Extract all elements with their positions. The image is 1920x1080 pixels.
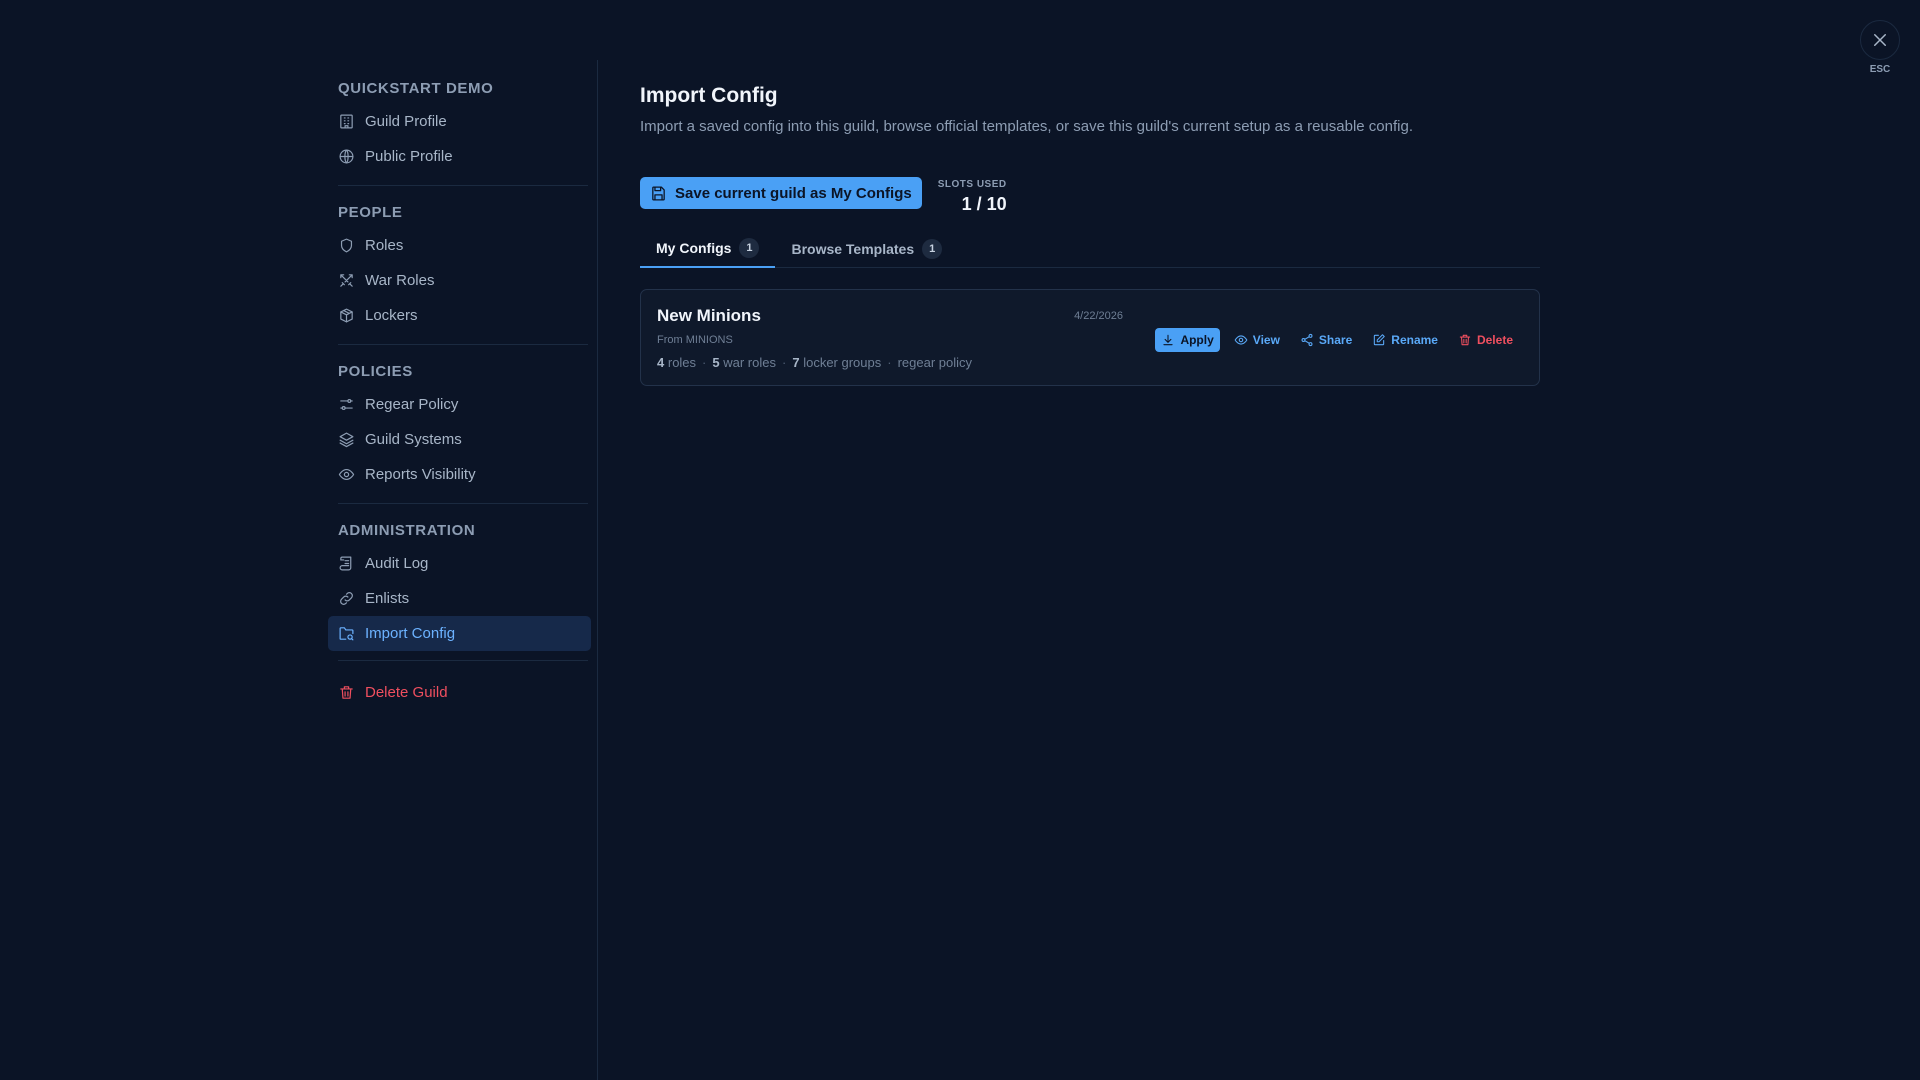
- sidebar-item-roles[interactable]: Roles: [328, 228, 591, 263]
- sidebar-item-label: Public Profile: [365, 148, 453, 165]
- building-icon: [340, 114, 353, 129]
- link-icon: [340, 592, 353, 605]
- tab-browse-templates[interactable]: Browse Templates 1: [775, 229, 958, 268]
- separator-dot: ·: [887, 355, 892, 370]
- sidebar-item-import-config[interactable]: Import Config: [328, 616, 591, 651]
- section-title-people: PEOPLE: [338, 204, 403, 221]
- slots-used: SLOTS USED 1 / 10: [938, 177, 1007, 215]
- divider: [338, 185, 588, 186]
- war-roles-summary: 5 war roles: [712, 355, 776, 370]
- tabs: My Configs 1 Browse Templates 1: [640, 229, 1540, 268]
- apply-label: Apply: [1180, 333, 1214, 347]
- tab-label: My Configs: [656, 239, 732, 256]
- package-icon: [340, 308, 353, 323]
- layers-icon: [339, 432, 354, 448]
- sidebar-item-label: Roles: [365, 237, 404, 254]
- sidebar-item-reports-visibility[interactable]: Reports Visibility: [328, 457, 591, 492]
- slots-value: 1 / 10: [961, 194, 1007, 214]
- rename-button[interactable]: Rename: [1366, 328, 1444, 352]
- sliders-icon: [340, 398, 353, 411]
- tab-label: Browse Templates: [791, 240, 915, 257]
- section-title-policies: POLICIES: [338, 363, 413, 380]
- download-icon: [1163, 334, 1174, 346]
- save-icon: [652, 185, 665, 201]
- esc-hint: ESC: [1869, 64, 1891, 75]
- view-button[interactable]: View: [1228, 328, 1286, 352]
- eye-icon: [1234, 335, 1248, 345]
- share-button[interactable]: Share: [1294, 328, 1358, 352]
- globe-icon: [339, 149, 354, 164]
- delete-guild-button[interactable]: Delete Guild: [328, 675, 591, 710]
- save-row: Save current guild as My Configs SLOTS U…: [640, 177, 1540, 225]
- sidebar-item-label: Guild Profile: [365, 113, 447, 130]
- separator-dot: ·: [702, 355, 707, 370]
- save-config-label: Save current guild as My Configs: [675, 184, 912, 202]
- tab-count-badge: 1: [922, 238, 943, 259]
- sidebar-item-guild-profile[interactable]: Guild Profile: [328, 104, 591, 139]
- save-config-button[interactable]: Save current guild as My Configs: [640, 177, 922, 209]
- sidebar: QUICKSTART DEMO Guild Profile Public Pro…: [328, 60, 598, 1080]
- edit-icon: [1374, 334, 1386, 346]
- share-icon: [1301, 333, 1313, 347]
- delete-config-button[interactable]: Delete: [1452, 328, 1519, 352]
- sidebar-item-label: War Roles: [365, 272, 435, 289]
- sidebar-item-label: Regear Policy: [365, 396, 459, 413]
- sidebar-item-regear-policy[interactable]: Regear Policy: [328, 387, 591, 422]
- apply-button[interactable]: Apply: [1155, 328, 1220, 352]
- sidebar-item-enlists[interactable]: Enlists: [328, 581, 591, 616]
- section-title-administration: ADMINISTRATION: [338, 522, 476, 539]
- config-date: 4/22/2026: [1074, 310, 1123, 322]
- sidebar-item-label: Reports Visibility: [365, 466, 476, 483]
- delete-guild-label: Delete Guild: [365, 684, 448, 701]
- sidebar-item-lockers[interactable]: Lockers: [328, 298, 591, 333]
- tab-count-badge: 1: [739, 237, 760, 258]
- sidebar-item-public-profile[interactable]: Public Profile: [328, 139, 591, 174]
- crossed-swords-icon: [340, 274, 353, 287]
- sidebar-item-label: Import Config: [365, 625, 456, 642]
- divider: [338, 503, 588, 504]
- share-label: Share: [1318, 333, 1353, 347]
- sidebar-item-guild-systems[interactable]: Guild Systems: [328, 422, 591, 457]
- delete-label: Delete: [1476, 333, 1513, 347]
- shield-icon: [340, 238, 353, 253]
- eye-icon: [338, 468, 355, 481]
- sidebar-item-label: Lockers: [365, 307, 418, 324]
- folder-search-icon: [339, 627, 354, 641]
- sidebar-item-war-roles[interactable]: War Roles: [328, 263, 591, 298]
- sidebar-item-audit-log[interactable]: Audit Log: [328, 546, 591, 581]
- regear-policy-summary: regear policy: [897, 355, 973, 370]
- config-actions: Apply View Share Rename Delete: [1155, 328, 1519, 352]
- section-title-quickstart: QUICKSTART DEMO: [338, 80, 494, 97]
- sidebar-item-label: Audit Log: [365, 555, 429, 572]
- trash-icon: [1459, 334, 1471, 346]
- config-summary: 4 roles · 5 war roles · 7 locker groups …: [657, 355, 1523, 370]
- trash-icon: [340, 686, 353, 699]
- rename-label: Rename: [1391, 333, 1438, 347]
- close-button[interactable]: [1860, 20, 1900, 60]
- locker-groups-summary: 7 locker groups: [792, 355, 882, 370]
- divider: [338, 344, 588, 345]
- divider: [338, 660, 588, 661]
- close-icon: [1874, 34, 1886, 46]
- page-title: Import Config: [640, 84, 778, 107]
- settings-modal: QUICKSTART DEMO Guild Profile Public Pro…: [0, 0, 1920, 1080]
- sidebar-item-label: Enlists: [365, 590, 410, 607]
- page-description: Import a saved config into this guild, b…: [640, 118, 1413, 135]
- tab-my-configs[interactable]: My Configs 1: [640, 229, 776, 268]
- scroll-icon: [339, 556, 352, 571]
- slots-label: SLOTS USED: [937, 179, 1007, 190]
- sidebar-item-label: Guild Systems: [365, 431, 462, 448]
- config-card: New Minions From MINIONS 4 roles · 5 war…: [640, 289, 1540, 386]
- main-panel: Import Config Import a saved config into…: [640, 84, 1540, 386]
- separator-dot: ·: [782, 355, 787, 370]
- roles-summary: 4 roles: [657, 355, 697, 370]
- view-label: View: [1252, 333, 1280, 347]
